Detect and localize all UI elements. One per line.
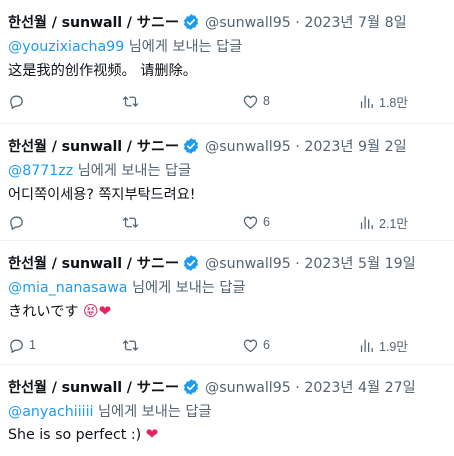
author-name[interactable]: 한선월 / sunwall / サニー	[8, 12, 179, 32]
reply-button[interactable]: 1	[8, 335, 36, 355]
retweet-button[interactable]	[122, 335, 143, 355]
mention-link[interactable]: @mia_nanasawa	[8, 280, 128, 296]
mention-link[interactable]: @anyachiiiii	[8, 404, 93, 420]
like-count: 6	[263, 215, 270, 229]
verified-badge-icon	[183, 14, 199, 30]
reply-label: 님에게 보내는 답글	[124, 39, 243, 55]
tweet-text: She is so perfect :) ❤	[8, 425, 158, 443]
tweet-actions: 1 6 1.9만	[0, 335, 454, 355]
emoji-squinting-tongue-and-heart: 😝❤	[83, 302, 112, 320]
view-count: 2.1만	[379, 216, 408, 231]
heart-icon	[243, 95, 258, 108]
reply-count: 1	[29, 338, 36, 352]
author-name[interactable]: 한선월 / sunwall / サニー	[8, 377, 179, 397]
heart-icon	[243, 216, 258, 229]
view-count: 1.9만	[379, 339, 408, 354]
views-chart-icon	[360, 339, 373, 352]
like-button[interactable]: 6	[242, 212, 270, 232]
reply-context: @anyachiiiii 님에게 보내는 답글	[8, 401, 211, 421]
tweet[interactable]: 한선월 / sunwall / サニー @sunwall95 · 2023년 7…	[0, 0, 454, 124]
tweet-header: 한선월 / sunwall / サニー @sunwall95 · 2023년 4…	[8, 377, 416, 397]
views-button[interactable]: 2.1만	[358, 212, 408, 232]
author-name[interactable]: 한선월 / sunwall / サニー	[8, 136, 179, 156]
tweet-text-content: 어디쪽이세용? 쪽지부탁드려요!	[8, 187, 196, 203]
like-button[interactable]: 8	[242, 91, 270, 111]
tweet-text: 这是我的创作视频。 请删除。	[8, 60, 197, 80]
tweet-text-content: きれいです	[8, 304, 84, 320]
verified-badge-icon	[183, 138, 199, 154]
retweet-button[interactable]	[122, 212, 143, 232]
tweet[interactable]: 한선월 / sunwall / サニー @sunwall95 · 2023년 5…	[0, 241, 454, 365]
tweet-actions: 6 2.1만	[0, 212, 454, 232]
reply-label: 님에게 보내는 답글	[93, 404, 212, 420]
reply-button[interactable]	[8, 212, 29, 232]
tweet-actions: 8 1.8만	[0, 91, 454, 111]
author-name[interactable]: 한선월 / sunwall / サニー	[8, 253, 179, 273]
tweet-text: きれいです 😝❤	[8, 301, 111, 321]
retweet-icon	[122, 339, 139, 351]
reply-icon	[10, 216, 23, 230]
like-button[interactable]: 6	[242, 335, 270, 355]
reply-context: @8771zz 님에게 보내는 답글	[8, 160, 191, 180]
handle-and-date[interactable]: @sunwall95 · 2023년 7월 8일	[205, 12, 407, 32]
verified-badge-icon	[183, 379, 199, 395]
handle-and-date[interactable]: @sunwall95 · 2023년 9월 2일	[205, 136, 407, 156]
heart-icon	[243, 339, 258, 352]
tweet-header: 한선월 / sunwall / サニー @sunwall95 · 2023년 5…	[8, 253, 416, 273]
reply-icon	[10, 95, 23, 109]
mention-link[interactable]: @8771zz	[8, 163, 73, 179]
retweet-button[interactable]	[122, 91, 143, 111]
tweet-header: 한선월 / sunwall / サニー @sunwall95 · 2023년 7…	[8, 12, 407, 32]
like-count: 6	[263, 338, 270, 352]
tweet[interactable]: 한선월 / sunwall / サニー @sunwall95 · 2023년 4…	[0, 365, 454, 456]
views-chart-icon	[360, 95, 373, 108]
reply-feed: 한선월 / sunwall / サニー @sunwall95 · 2023년 7…	[0, 0, 454, 456]
tweet[interactable]: 한선월 / sunwall / サニー @sunwall95 · 2023년 9…	[0, 124, 454, 241]
tweet-text-content: 这是我的创作视频。 请删除。	[8, 63, 197, 79]
reply-label: 님에게 보내는 답글	[73, 163, 192, 179]
views-button[interactable]: 1.8만	[358, 91, 408, 111]
retweet-icon	[122, 95, 139, 107]
reply-context: @youzixiacha99 님에게 보내는 답글	[8, 36, 242, 56]
view-count: 1.8만	[379, 95, 408, 110]
handle-and-date[interactable]: @sunwall95 · 2023년 4월 27일	[205, 377, 416, 397]
retweet-icon	[122, 216, 139, 228]
views-button[interactable]: 1.9만	[358, 335, 408, 355]
tweet-text-content: She is so perfect :)	[8, 427, 146, 443]
tweet-header: 한선월 / sunwall / サニー @sunwall95 · 2023년 9…	[8, 136, 407, 156]
reply-context: @mia_nanasawa 님에게 보내는 답글	[8, 277, 245, 297]
verified-badge-icon	[183, 255, 199, 271]
emoji-red-heart: ❤	[145, 425, 159, 443]
mention-link[interactable]: @youzixiacha99	[8, 39, 124, 55]
like-count: 8	[263, 94, 270, 108]
views-chart-icon	[360, 216, 373, 229]
reply-button[interactable]	[8, 91, 29, 111]
reply-icon	[10, 339, 23, 353]
tweet-text: 어디쪽이세용? 쪽지부탁드려요!	[8, 184, 195, 204]
reply-label: 님에게 보내는 답글	[127, 280, 246, 296]
handle-and-date[interactable]: @sunwall95 · 2023년 5월 19일	[205, 253, 416, 273]
